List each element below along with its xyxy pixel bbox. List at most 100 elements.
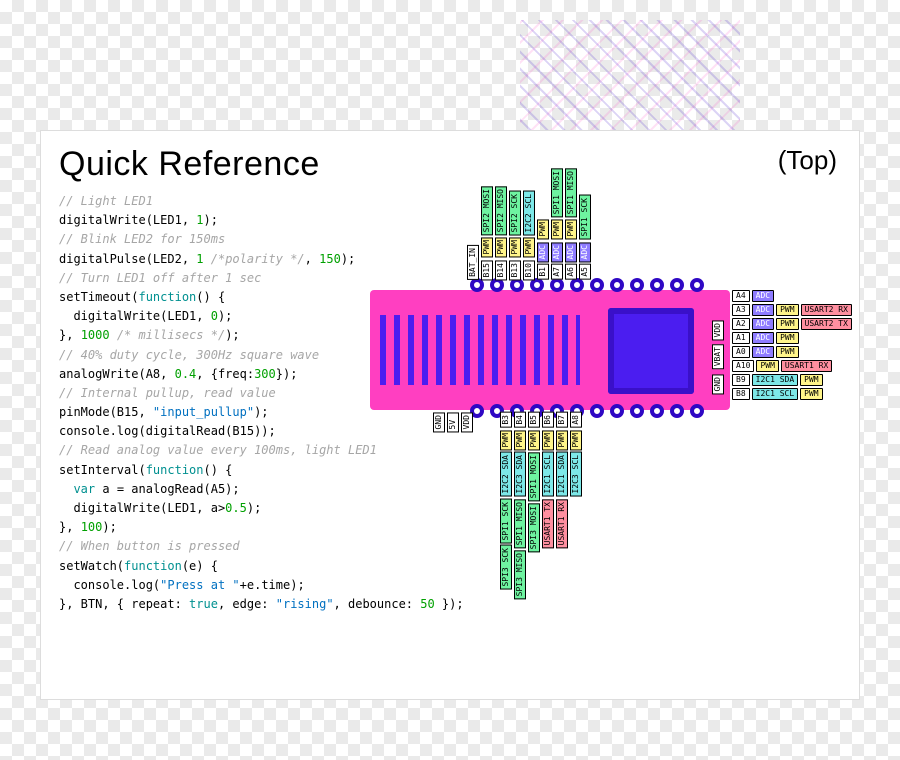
pin-hole	[630, 278, 644, 292]
pin-label: B8	[732, 388, 750, 400]
tag-pwm: PWM	[509, 237, 521, 257]
pin-label: B4	[514, 412, 526, 428]
tag-pwm: PWM	[570, 430, 582, 450]
tag-adc: ADC	[565, 242, 577, 262]
board-label-vdd: VDD	[712, 320, 724, 340]
bottom-pin-labels: B3PWMI2C2 SDASPI1 SCKSPI3 SCKB4PWMI2C3 S…	[500, 412, 582, 599]
tag-i2c2-sda: I2C2 SDA	[500, 452, 512, 497]
tag-adc: ADC	[752, 304, 774, 316]
pin-label: BAT_IN	[467, 245, 479, 280]
pin-holes-top	[370, 278, 730, 296]
tag-adc: ADC	[752, 290, 774, 302]
tag-spi1-miso: SPI1 MISO	[514, 499, 526, 548]
top-pin-labels: BAT_INSPI2 MOSIPWMB15SPI2 MISOPWMB14SPI2…	[467, 148, 591, 280]
right-pin-labels: A4ADCA3ADCPWMUSART2 RXA2ADCPWMUSART2 TXA…	[732, 290, 852, 400]
tag-pwm: PWM	[537, 219, 549, 239]
tag-pwm: PWM	[556, 430, 568, 450]
tag-spi3-sck: SPI3 SCK	[500, 545, 512, 590]
pin-hole	[690, 404, 704, 418]
tag-pwm: PWM	[800, 388, 822, 400]
tag-spi3-mosi: SPI3 MOSI	[528, 503, 540, 552]
tag-adc: ADC	[752, 332, 774, 344]
tag-i2c1-scl: I2C1 SCL	[752, 388, 799, 400]
tag-usart2-rx: USART2 RX	[801, 304, 852, 316]
view-side-label: (Top)	[778, 145, 837, 176]
tag-usart1-tx: USART1 TX	[542, 499, 554, 548]
pin-label: B6	[542, 412, 554, 428]
tag-i2c1-sda: I2C1 SDA	[556, 452, 568, 497]
pin-hole	[630, 404, 644, 418]
tag-usart2-tx: USART2 TX	[801, 318, 852, 330]
pin-label: B14	[495, 260, 507, 280]
pin-label: A6	[565, 264, 577, 280]
pin-label: B13	[509, 260, 521, 280]
pin-label: B3	[500, 412, 512, 428]
tag-pwm: PWM	[776, 346, 798, 358]
tag-spi1-sck: SPI1 SCK	[500, 499, 512, 544]
pin-hole	[570, 278, 584, 292]
tag-pwm: PWM	[542, 430, 554, 450]
tag-pwm: PWM	[528, 430, 540, 450]
pin-label: B10	[523, 260, 535, 280]
board-label-gnd: GND	[712, 374, 724, 394]
tag-adc: ADC	[551, 242, 563, 262]
pin-label: A3	[732, 304, 750, 316]
tag-pwm: PWM	[756, 360, 778, 372]
pin-hole	[590, 278, 604, 292]
tag-i2c1-sda: I2C1 SDA	[752, 374, 799, 386]
tag-pwm: PWM	[551, 219, 563, 239]
pin-label: 5V	[447, 412, 459, 432]
tag-pwm: PWM	[523, 237, 535, 257]
pin-label: B7	[556, 412, 568, 428]
pin-hole	[650, 404, 664, 418]
pin-label: A1	[732, 332, 750, 344]
tag-i2c3-scl: I2C3 SCL	[570, 452, 582, 497]
tag-adc: ADC	[752, 346, 774, 358]
tag-pwm: PWM	[776, 332, 798, 344]
tag-i2c1-scl: I2C1 SCL	[542, 452, 554, 497]
pin-label: A7	[551, 264, 563, 280]
tag-spi2-sck: SPI2 SCK	[509, 191, 521, 236]
tag-pwm: PWM	[481, 237, 493, 257]
tag-adc: ADC	[537, 242, 549, 262]
pin-hole	[650, 278, 664, 292]
pin-label: A10	[732, 360, 754, 372]
tag-pwm: PWM	[495, 237, 507, 257]
tag-usart1-rx: USART1 RX	[781, 360, 832, 372]
tag-pwm: PWM	[776, 318, 798, 330]
tag-spi1-sck: SPI1 SCK	[579, 195, 591, 240]
pin-label: B1	[537, 264, 549, 280]
tag-i2c3-sda: I2C3 SDA	[514, 452, 526, 497]
tag-pwm: PWM	[514, 430, 526, 450]
tag-pwm: PWM	[500, 430, 512, 450]
pin-label: VDD	[461, 412, 473, 432]
pin-hole	[550, 278, 564, 292]
pin-label: A8	[570, 412, 582, 428]
pin-hole	[610, 404, 624, 418]
pin-label: B15	[481, 260, 493, 280]
tag-spi1-miso: SPI1 MISO	[565, 168, 577, 217]
pin-label: A5	[579, 264, 591, 280]
pin-label: A4	[732, 290, 750, 302]
pin-hole	[590, 404, 604, 418]
tag-adc: ADC	[752, 318, 774, 330]
pin-hole	[610, 278, 624, 292]
tag-spi2-miso: SPI2 MISO	[495, 186, 507, 235]
board-label-vbat: VBAT	[712, 344, 724, 369]
pin-label: B5	[528, 412, 540, 428]
pin-label: A2	[732, 318, 750, 330]
tag-pwm: PWM	[776, 304, 798, 316]
pin-hole	[690, 278, 704, 292]
tag-pwm: PWM	[800, 374, 822, 386]
pin-hole	[670, 404, 684, 418]
tag-spi1-mosi: SPI1 MOSI	[551, 168, 563, 217]
tag-pwm: PWM	[565, 219, 577, 239]
pin-label: A0	[732, 346, 750, 358]
bottom-power-labels: GND5VVDD	[433, 412, 473, 432]
tag-spi1-mosi: SPI1 MOSI	[528, 452, 540, 501]
page-title: Quick Reference	[59, 145, 841, 184]
pin-label: B9	[732, 374, 750, 386]
tag-usart1-rx: USART1 RX	[556, 499, 568, 548]
tag-i2c2-scl: I2C2 SCL	[523, 191, 535, 236]
tag-adc: ADC	[579, 242, 591, 262]
